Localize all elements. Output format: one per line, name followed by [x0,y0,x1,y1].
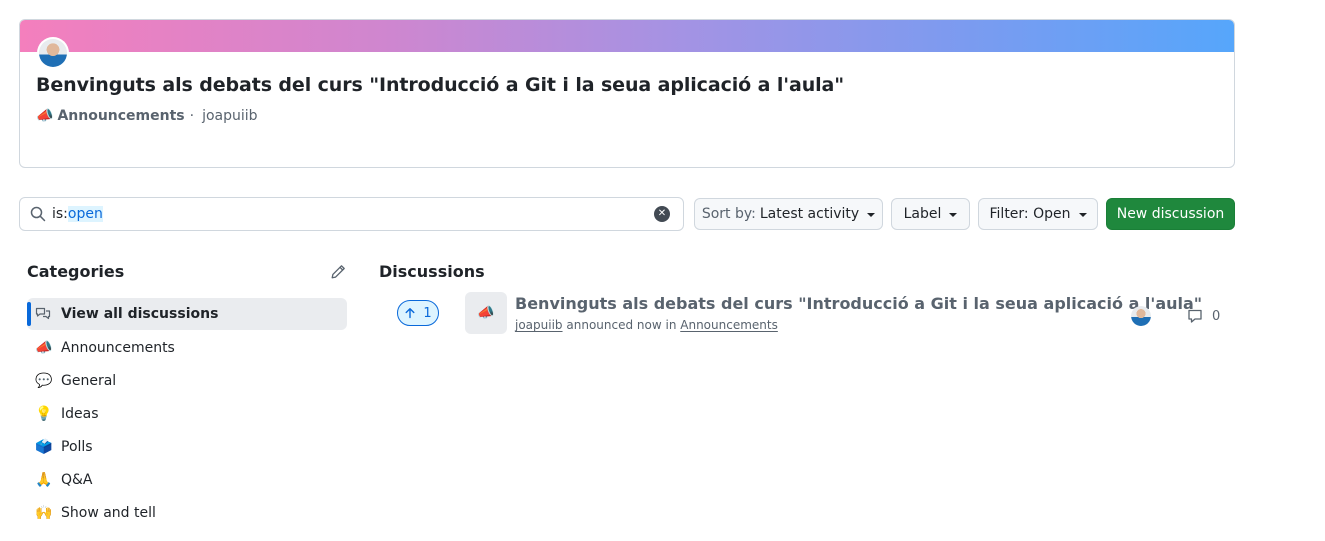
header-meta: 📣 Announcements · joapuiib [36,108,258,124]
sidebar-item-label: Q&A [61,471,93,488]
filter-dropdown[interactable]: Filter: Open [978,198,1098,230]
sidebar-item-label: Ideas [61,405,99,422]
sidebar-item-label: Polls [61,438,93,455]
discussion-action-text: announced now in [566,318,677,332]
label-dropdown[interactable]: Label [891,198,970,230]
discussions-icon [35,307,51,320]
caret-down-icon [867,213,876,217]
avatar-image [39,39,67,67]
sidebar-item-label: View all discussions [61,306,219,322]
sidebar-item-ideas[interactable]: 💡 Ideas [27,397,347,430]
discussion-meta: joapuiib announced now in Announcements [515,318,778,332]
category-emoji-box: 📣 [465,292,507,334]
discussions-heading: Discussions [379,262,485,281]
comment-count-value: 0 [1212,308,1221,324]
speech-balloon-icon: 💬 [35,372,53,389]
comment-icon [1188,309,1202,323]
label-text: Label [903,206,942,222]
caret-down-icon [949,213,958,217]
pencil-icon[interactable] [330,264,346,280]
raising-hands-icon: 🙌 [35,504,53,521]
megaphone-icon: 📣 [36,108,54,124]
light-bulb-icon: 💡 [35,405,53,422]
sort-prefix: Sort by: [701,206,756,222]
sidebar-item-label: Show and tell [61,504,156,521]
discussion-search-input[interactable]: is:open ✕ [19,197,684,231]
discussion-title-link[interactable]: Benvinguts als debats del curs "Introduc… [515,294,1202,313]
arrow-up-icon [405,308,415,319]
upvote-count: 1 [423,305,432,321]
discussion-header-card: Benvinguts als debats del curs "Introduc… [19,19,1235,168]
sidebar-item-view-all[interactable]: View all discussions [27,298,347,330]
header-banner [20,20,1234,52]
header-author-link[interactable]: joapuiib [202,108,257,124]
header-category-link[interactable]: Announcements [57,108,184,124]
categories-list: View all discussions 📣 Announcements 💬 G… [27,298,347,529]
filter-text: Filter: Open [989,206,1071,222]
sidebar-item-polls[interactable]: 🗳️ Polls [27,430,347,463]
header-title[interactable]: Benvinguts als debats del curs "Introduc… [36,74,844,96]
caret-down-icon [1078,213,1087,217]
sort-dropdown[interactable]: Sort by: Latest activity [694,198,883,230]
comment-count[interactable]: 0 [1187,308,1220,324]
author-avatar[interactable] [37,37,69,69]
discussion-author-link[interactable]: joapuiib [515,318,563,332]
avatar-image [1131,306,1151,326]
sidebar-item-label: Announcements [61,339,175,356]
sidebar-item-label: General [61,372,117,389]
megaphone-icon: 📣 [477,305,495,321]
search-qualifier-value: open [67,206,103,222]
upvote-button[interactable]: 1 [397,300,439,326]
separator: · [189,108,195,124]
ballot-box-icon: 🗳️ [35,438,53,455]
sidebar-item-show-and-tell[interactable]: 🙌 Show and tell [27,496,347,529]
search-query[interactable]: is:open [52,206,103,222]
discussion-category-link[interactable]: Announcements [680,318,778,332]
new-discussion-button[interactable]: New discussion [1106,198,1235,230]
folded-hands-icon: 🙏 [35,471,53,488]
participant-avatar[interactable] [1131,306,1151,326]
sidebar-item-announcements[interactable]: 📣 Announcements [27,331,347,364]
search-icon [30,206,46,222]
categories-heading: Categories [27,262,125,281]
sort-value: Latest activity [759,206,860,222]
megaphone-icon: 📣 [35,339,53,356]
sidebar-item-qa[interactable]: 🙏 Q&A [27,463,347,496]
search-qualifier: is: [52,206,68,222]
sidebar-item-general[interactable]: 💬 General [27,364,347,397]
clear-search-icon[interactable]: ✕ [654,206,670,222]
